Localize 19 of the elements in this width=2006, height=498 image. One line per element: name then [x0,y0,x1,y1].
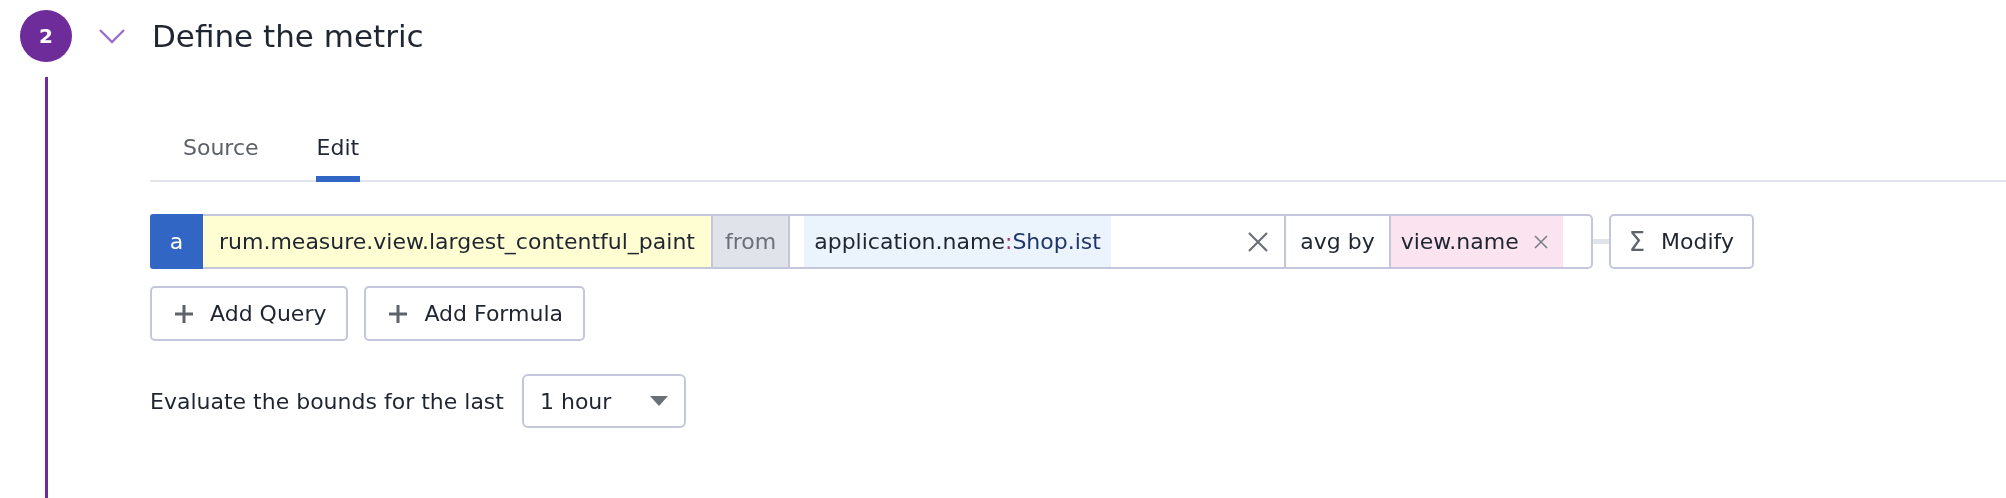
metric-field[interactable]: rum.measure.view.largest_contentful_paint [203,216,713,267]
caret-icon [649,396,668,406]
section-title: Define the metric [152,18,424,54]
plus-icon [388,303,409,324]
from-label: from [713,216,791,267]
tab[interactable]: Edit [315,135,361,182]
close-icon[interactable] [1532,233,1549,250]
query-letter: a [150,214,203,269]
timeframe-dropdown[interactable]: 1 hour [521,374,686,428]
chevron-icon[interactable] [98,28,126,44]
step-number-badge: 2 [20,10,72,62]
filter-tag[interactable]: application.name:Shop.ist [804,216,1111,267]
close-icon[interactable] [1246,229,1271,254]
add-formula-button[interactable]: Add Formula [364,286,585,341]
modify-button[interactable]: Σ Modify [1608,214,1754,269]
add-query-button[interactable]: Add Query [150,286,349,341]
plus-icon [174,303,194,324]
evaluation-label: Evaluate the bounds for the last [150,388,504,414]
tab[interactable]: Source [182,135,260,182]
